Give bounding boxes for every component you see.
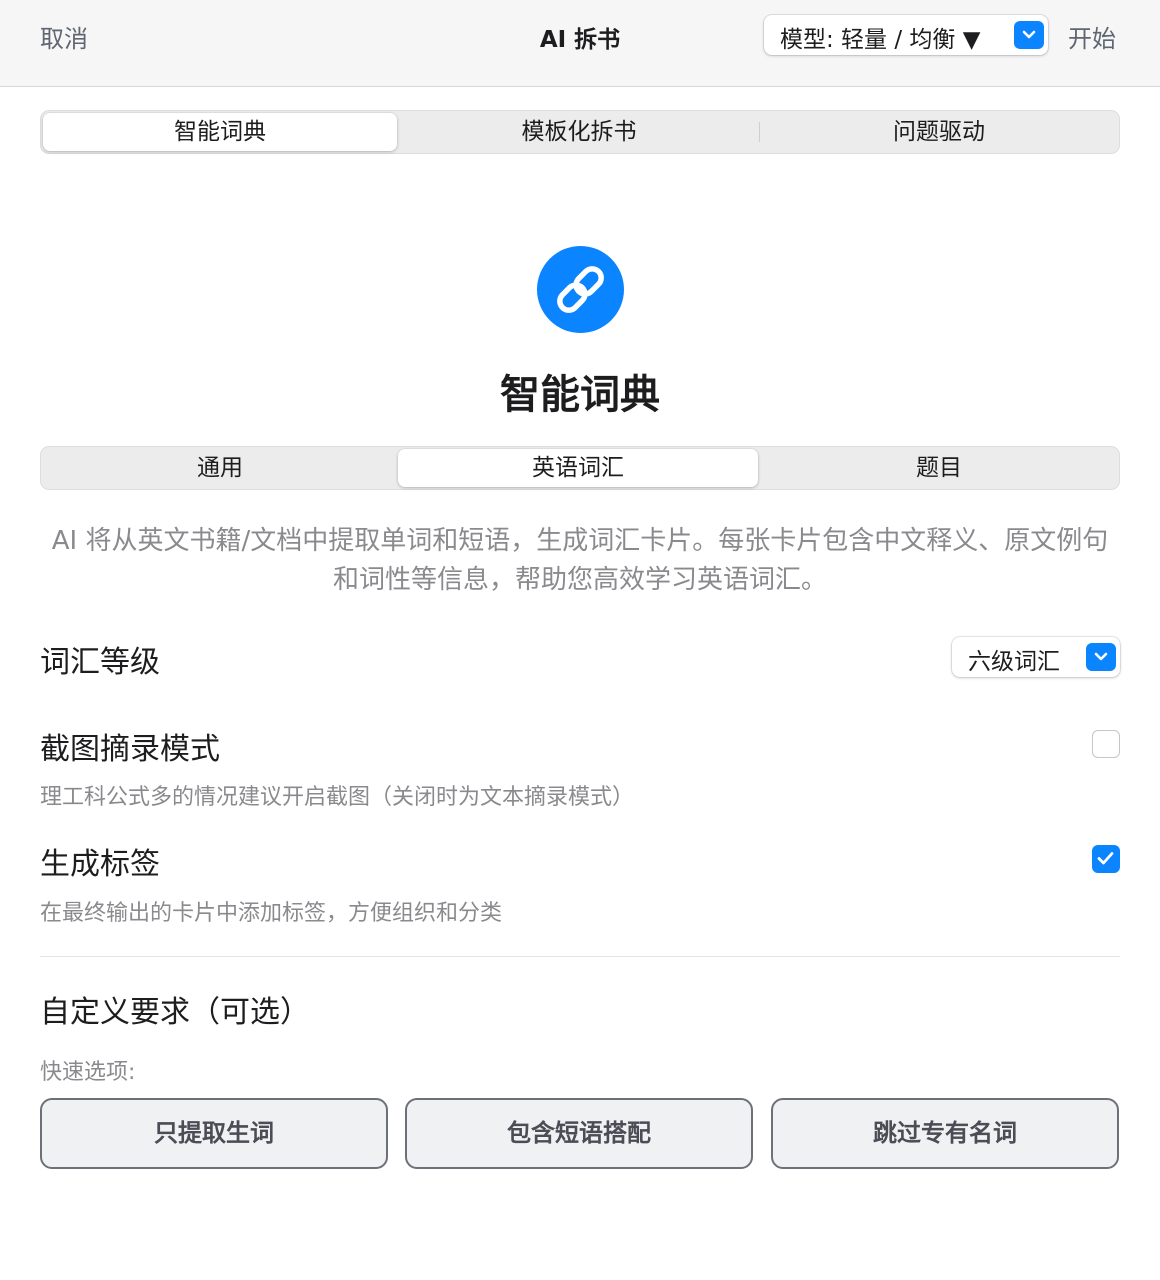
model-select[interactable]: 模型: 轻量 / 均衡 ▼	[764, 15, 1048, 55]
vocab-level-label: 词汇等级	[40, 645, 160, 680]
vocab-level-select[interactable]: 六级词汇	[952, 637, 1120, 677]
tab-question-driven[interactable]: 问题驱动	[761, 113, 1117, 151]
quick-option-skip-proper-nouns[interactable]: 跳过专有名词	[771, 1098, 1119, 1169]
generate-tags-checkbox[interactable]	[1092, 845, 1120, 873]
quick-option-new-words[interactable]: 只提取生词	[40, 1098, 388, 1169]
model-select-value: 模型: 轻量 / 均衡 ▼	[780, 27, 981, 53]
quick-options-label: 快速选项:	[40, 1060, 136, 1085]
checkmark-icon	[1097, 852, 1114, 865]
window-title: AI 拆书	[539, 27, 621, 53]
category-segmented-control: 通用 英语词汇 题目	[40, 446, 1120, 490]
mode-description: AI 将从英文书籍/文档中提取单词和短语，生成词汇卡片。每张卡片包含中文释义、原…	[51, 526, 1109, 595]
custom-requirements-title: 自定义要求（可选）	[40, 995, 310, 1030]
link-icon	[537, 246, 624, 333]
section-divider	[40, 956, 1120, 957]
generate-tags-label: 生成标签	[40, 847, 160, 882]
screenshot-mode-checkbox[interactable]	[1092, 730, 1120, 758]
vocab-level-value: 六级词汇	[968, 649, 1060, 675]
toolbar: 取消 AI 拆书 模型: 轻量 / 均衡 ▼ 开始	[0, 0, 1160, 87]
mode-segmented-control: 智能词典 模板化拆书 问题驱动	[40, 110, 1120, 154]
tab-english-vocabulary[interactable]: 英语词汇	[398, 449, 758, 487]
screenshot-mode-label: 截图摘录模式	[40, 732, 220, 767]
quick-option-phrases[interactable]: 包含短语搭配	[405, 1098, 753, 1169]
screenshot-mode-hint: 理工科公式多的情况建议开启截图（关闭时为文本摘录模式）	[40, 785, 635, 810]
page-title: 智能词典	[500, 372, 660, 418]
generate-tags-hint: 在最终输出的卡片中添加标签，方便组织和分类	[40, 901, 503, 926]
tab-smart-dictionary[interactable]: 智能词典	[43, 113, 397, 151]
tab-template-breakdown[interactable]: 模板化拆书	[399, 113, 759, 151]
tab-general[interactable]: 通用	[43, 449, 397, 487]
start-button[interactable]: 开始	[1068, 19, 1116, 54]
segment-divider	[759, 122, 760, 142]
cancel-button[interactable]: 取消	[40, 19, 88, 54]
chevron-down-icon	[1086, 643, 1116, 671]
tab-questions[interactable]: 题目	[761, 449, 1117, 487]
chevron-down-icon	[1014, 21, 1044, 49]
